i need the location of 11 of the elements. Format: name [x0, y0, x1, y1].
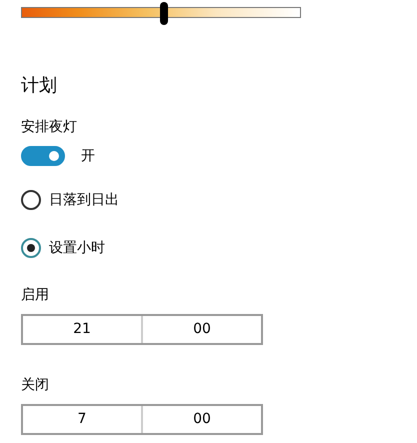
toggle-switch[interactable] [21, 146, 65, 166]
radio-label: 日落到日出 [49, 191, 119, 210]
radio-label: 设置小时 [49, 239, 105, 258]
radio-button[interactable] [21, 238, 41, 258]
section-title: 计划 [21, 74, 57, 98]
slider[interactable] [21, 1, 301, 24]
time-label: 启用 [21, 287, 49, 303]
time-label: 关闭 [21, 377, 49, 393]
radio-button[interactable] [21, 190, 41, 210]
toggle-label: 安排夜灯 [21, 119, 77, 135]
toggle-state: 开 [81, 147, 95, 166]
